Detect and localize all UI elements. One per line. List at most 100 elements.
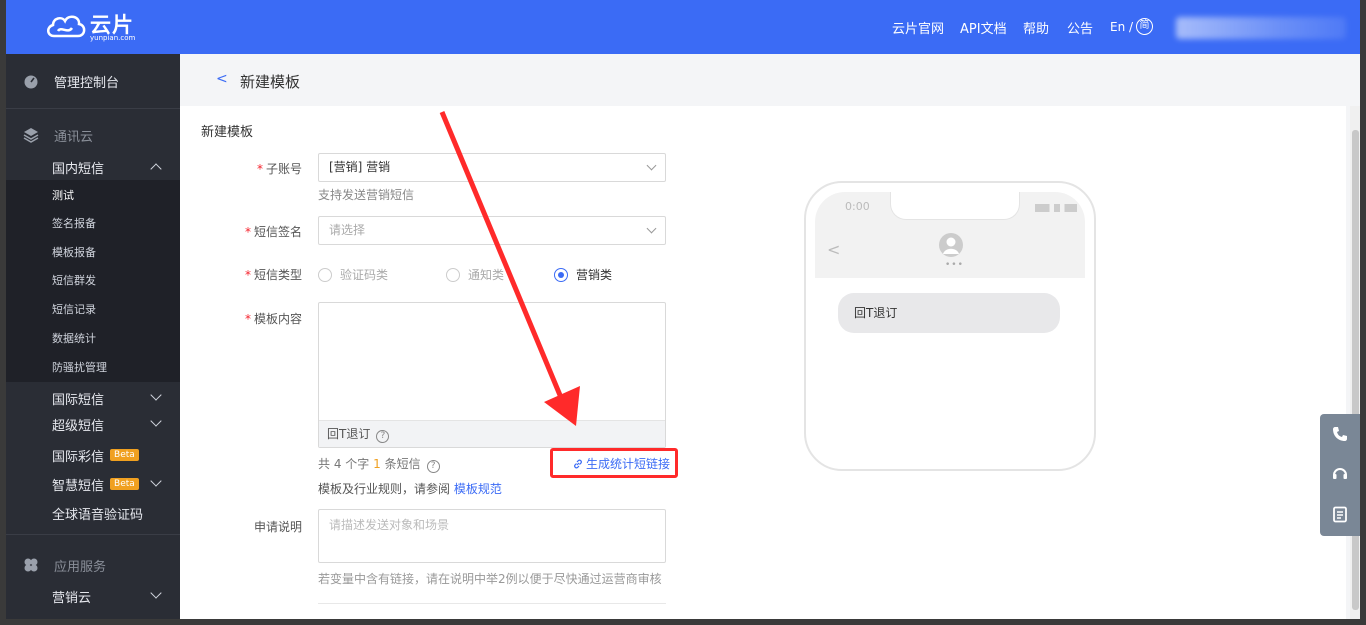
sidebar-subitem-template[interactable]: 模板报备 [6, 241, 180, 263]
sidebar-subitem-label: 数据统计 [52, 332, 96, 345]
dashboard-icon [24, 75, 38, 89]
sidebar-group-app-services: 应用服务 [6, 552, 180, 578]
desc-label: 申请说明 [253, 520, 302, 534]
phone-icon [1333, 427, 1347, 441]
scrollbar-thumb[interactable] [1352, 130, 1359, 610]
chevron-up-icon [150, 163, 162, 175]
sidebar-subitem-signature[interactable]: 签名报备 [6, 212, 180, 234]
sidebar-item-smart-sms[interactable]: 智慧短信 Beta [6, 472, 180, 496]
sidebar-subitem-records[interactable]: 短信记录 [6, 298, 180, 320]
logo[interactable]: 云片 yunpian.com [44, 9, 154, 45]
chevron-down-icon [150, 415, 162, 427]
rules-link[interactable]: 模板规范 [454, 482, 502, 496]
beta-badge: Beta [110, 478, 139, 490]
sidebar-item-voice-code[interactable]: 全球语音验证码 [6, 501, 180, 525]
sidebar-group-label: 通讯云 [54, 129, 94, 145]
sidebar-subitem-label: 模板报备 [52, 246, 96, 259]
signature-placeholder: 请选择 [329, 223, 366, 237]
sidebar-subitem-label: 短信记录 [52, 303, 96, 316]
chevron-down-icon [150, 389, 162, 401]
red-arrow-annotation [439, 111, 580, 426]
sidebar-subitem-test[interactable]: 测试 [6, 184, 180, 206]
floating-toolbar [1320, 414, 1360, 536]
feedback-button[interactable] [1320, 494, 1360, 534]
back-button[interactable]: < [216, 71, 228, 87]
sidebar-item-label: 全球语音验证码 [52, 507, 144, 523]
sidebar-group-label: 应用服务 [54, 559, 107, 575]
sub-account-value: [营销] 营销 [329, 160, 391, 174]
flower-icon [24, 558, 38, 572]
sidebar-item-label: 国际短信 [52, 392, 105, 408]
sidebar-item-marketing-cloud[interactable]: 营销云 [6, 584, 180, 608]
phone-back-icon: < [827, 240, 841, 259]
nav-announcement[interactable]: 公告 [1067, 18, 1093, 37]
section-title: 新建模板 [201, 125, 254, 140]
desc-textarea[interactable]: 请描述发送对象和场景 [318, 509, 666, 563]
sub-account-hint: 支持发送营销短信 [318, 188, 415, 202]
sidebar-item-label: 国际彩信 [52, 449, 105, 465]
cloud-logo-icon [47, 15, 86, 38]
sidebar-subitem-label: 短信群发 [52, 274, 96, 287]
dots-icon: ••• [945, 260, 964, 270]
sidebar-subitem-label: 签名报备 [52, 217, 96, 230]
sidebar-item-label: 管理控制台 [54, 75, 120, 91]
nav-api-docs[interactable]: API文档 [960, 18, 1007, 37]
page-title: 新建模板 [240, 73, 301, 91]
sidebar-item-intl-sms[interactable]: 国际短信 [6, 386, 180, 410]
sidebar-item-label: 超级短信 [52, 418, 105, 434]
user-account-blurred[interactable] [1176, 17, 1346, 39]
generate-short-link-button[interactable]: 生成统计短链接 [572, 455, 670, 472]
desc-hint: 若变量中含有链接，请在说明中举2例以便于尽快通过运营商审核 [318, 572, 662, 586]
link-icon [574, 459, 582, 468]
app-frame: 云片 yunpian.com 云片官网 API文档 帮助 公告 En / 简 管… [6, 0, 1360, 619]
radio-circle [318, 267, 332, 282]
sidebar-item-label: 智慧短信 [52, 478, 105, 494]
top-bar: 云片 yunpian.com 云片官网 API文档 帮助 公告 En / 简 [6, 0, 1360, 54]
sidebar-subitem-anti-harass[interactable]: 防骚扰管理 [6, 356, 180, 378]
sidebar-item-domestic-sms[interactable]: 国内短信 [6, 154, 180, 180]
sidebar-subitem-label: 测试 [52, 189, 74, 202]
clipboard-icon [1333, 506, 1347, 523]
help-icon[interactable]: ? [426, 460, 440, 473]
sidebar-item-console[interactable]: 管理控制台 [6, 68, 180, 94]
sidebar-item-intl-mms[interactable]: 国际彩信 Beta [6, 443, 180, 467]
phone-notch [890, 192, 1020, 220]
customer-service-button[interactable] [1320, 454, 1360, 494]
radio-verification[interactable]: 验证码类 [318, 266, 388, 283]
sidebar-item-super-sms[interactable]: 超级短信 [6, 412, 180, 436]
sidebar-item-label: 国内短信 [52, 161, 105, 177]
sidebar-divider [6, 534, 180, 535]
chevron-down-icon [646, 160, 657, 171]
content-label: * 模板内容 [244, 312, 302, 326]
lang-cn[interactable]: 简 [1136, 18, 1154, 35]
logo-subtext: yunpian.com [90, 34, 136, 42]
page-header: < 新建模板 [180, 54, 1360, 106]
sidebar-subitem-stats[interactable]: 数据统计 [6, 327, 180, 349]
phone-call-button[interactable] [1320, 414, 1360, 454]
nav-official-site[interactable]: 云片官网 [892, 18, 944, 37]
phone-time: 0:00 [845, 200, 870, 213]
lang-en[interactable]: En / [1110, 20, 1133, 34]
sidebar-subitem-label: 防骚扰管理 [52, 361, 107, 374]
help-icon[interactable]: ? [376, 430, 390, 443]
nav-help[interactable]: 帮助 [1023, 18, 1049, 37]
chevron-down-icon [150, 587, 162, 599]
char-count: 共 4 个字 1 条短信? [318, 455, 440, 473]
sidebar: 管理控制台 通讯云 国内短信 测试 签名报备 模板报备 短信群发 短信记录 数据… [6, 54, 180, 619]
beta-badge: Beta [110, 449, 139, 461]
sub-account-label: * 子账号 [256, 162, 302, 176]
sidebar-item-label: 营销云 [52, 590, 92, 606]
language-switch[interactable]: En / 简 [1110, 18, 1154, 35]
message-bubble: 回T退订 [838, 293, 1060, 333]
form-divider [318, 603, 666, 604]
layers-icon [23, 128, 39, 143]
desc-placeholder: 请描述发送对象和场景 [329, 518, 450, 532]
sidebar-group-comm-cloud: 通讯云 [6, 122, 180, 148]
headset-icon [1333, 468, 1347, 479]
unsubscribe-text: 回T退订 [327, 427, 371, 441]
phone-preview: 0:00 < ••• 回T退订 [804, 181, 1096, 471]
status-icons [1035, 204, 1077, 212]
generate-short-link-label: 生成统计短链接 [586, 457, 671, 471]
sidebar-subitem-bulk-send[interactable]: 短信群发 [6, 269, 180, 291]
sidebar-divider [6, 108, 180, 109]
